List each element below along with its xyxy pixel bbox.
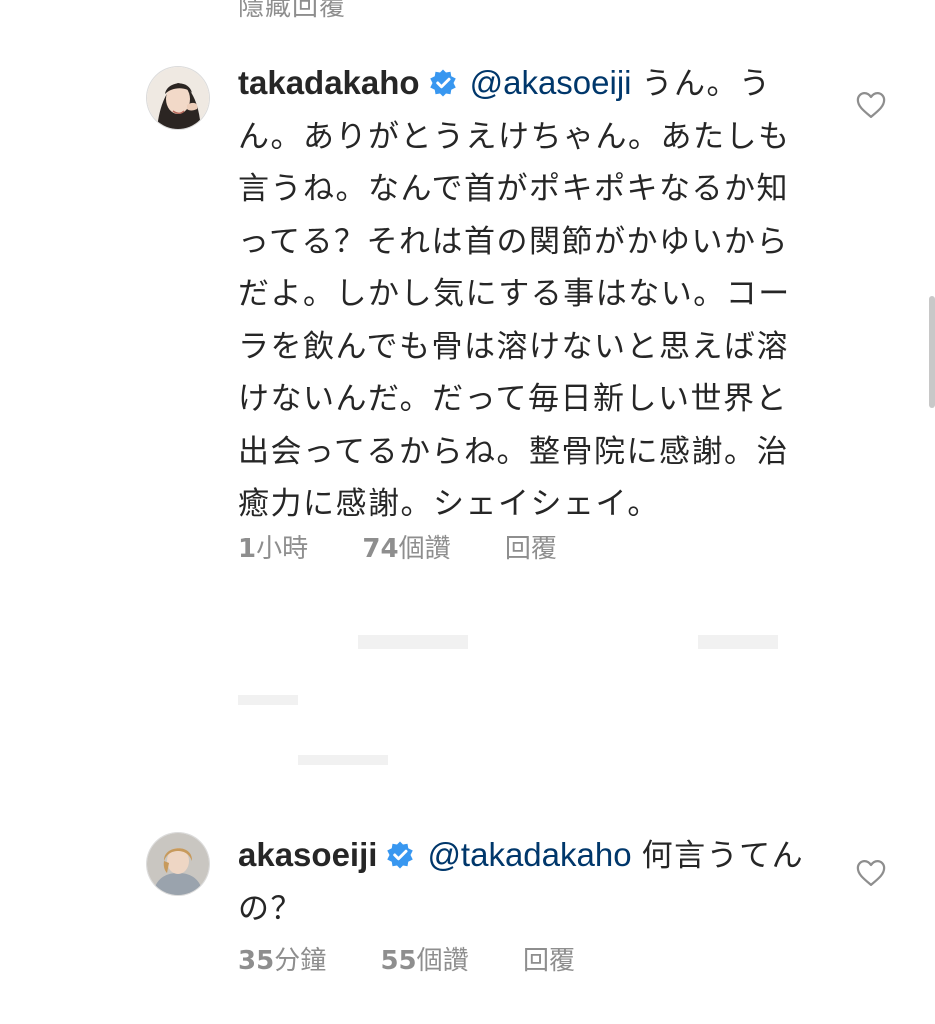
comment-meta: 35分鐘 55個讚 回覆	[238, 940, 621, 977]
comment-time: 35分鐘	[238, 946, 327, 976]
comment-body: takadakaho @akasoeiji うん。うん。ありがとうえけちゃん。あたし…	[238, 57, 813, 531]
avatar[interactable]	[147, 67, 209, 129]
likes-count[interactable]: 55個讚	[380, 946, 468, 976]
reply-button[interactable]: 回覆	[523, 946, 575, 976]
comment-time: 1小時	[238, 534, 309, 564]
comment-meta: 1小時 74個讚 回覆	[238, 528, 603, 565]
heart-outline-icon[interactable]	[856, 91, 886, 119]
mention-link[interactable]: @takadakaho	[427, 836, 631, 873]
verified-badge-icon	[387, 841, 414, 869]
username[interactable]: takadakaho	[238, 64, 420, 101]
comment-body: akasoeiji @takadakaho 何言うてんの？	[238, 829, 813, 935]
comment-text: うん。うん。ありがとうえけちゃん。あたしも言うね。なんで首がポキポキなるか知って…	[238, 66, 791, 522]
verified-badge-icon	[429, 69, 456, 97]
avatar[interactable]	[147, 833, 209, 895]
hidden-replies-link[interactable]: 隱藏回覆	[238, 0, 346, 23]
mention-link[interactable]: @akasoeiji	[470, 64, 632, 101]
faded-content	[238, 625, 878, 775]
heart-outline-icon[interactable]	[856, 859, 886, 887]
reply-button[interactable]: 回覆	[505, 534, 557, 564]
username[interactable]: akasoeiji	[238, 836, 377, 873]
likes-count[interactable]: 74個讚	[362, 534, 450, 564]
scrollbar[interactable]	[929, 296, 935, 408]
